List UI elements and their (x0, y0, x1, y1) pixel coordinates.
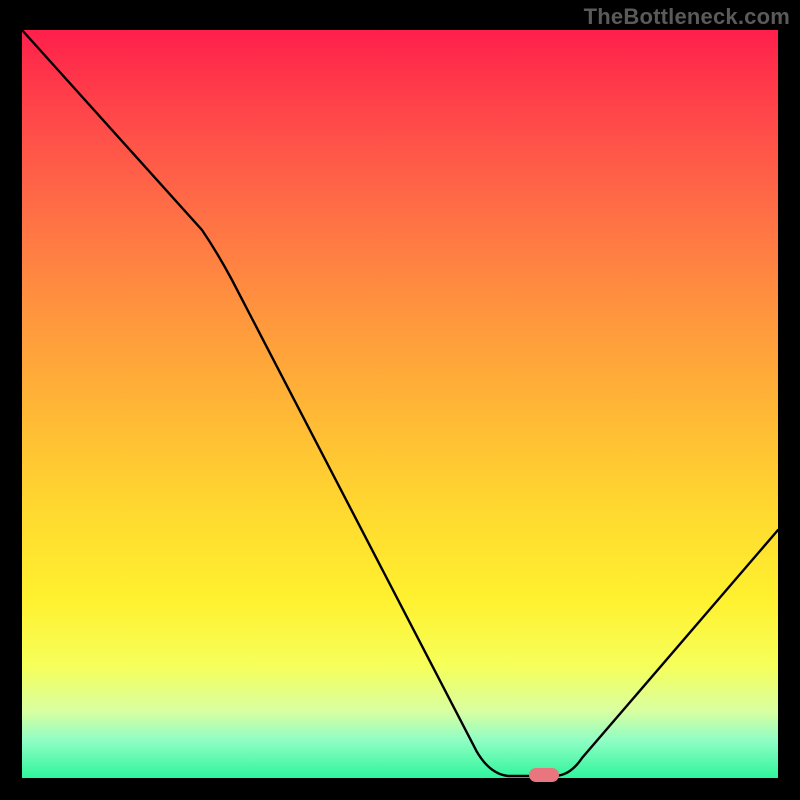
bottleneck-curve (22, 30, 778, 778)
plot-area (22, 30, 778, 778)
optimal-marker (529, 768, 559, 782)
watermark-text: TheBottleneck.com (584, 4, 790, 30)
chart-frame: TheBottleneck.com (0, 0, 800, 800)
